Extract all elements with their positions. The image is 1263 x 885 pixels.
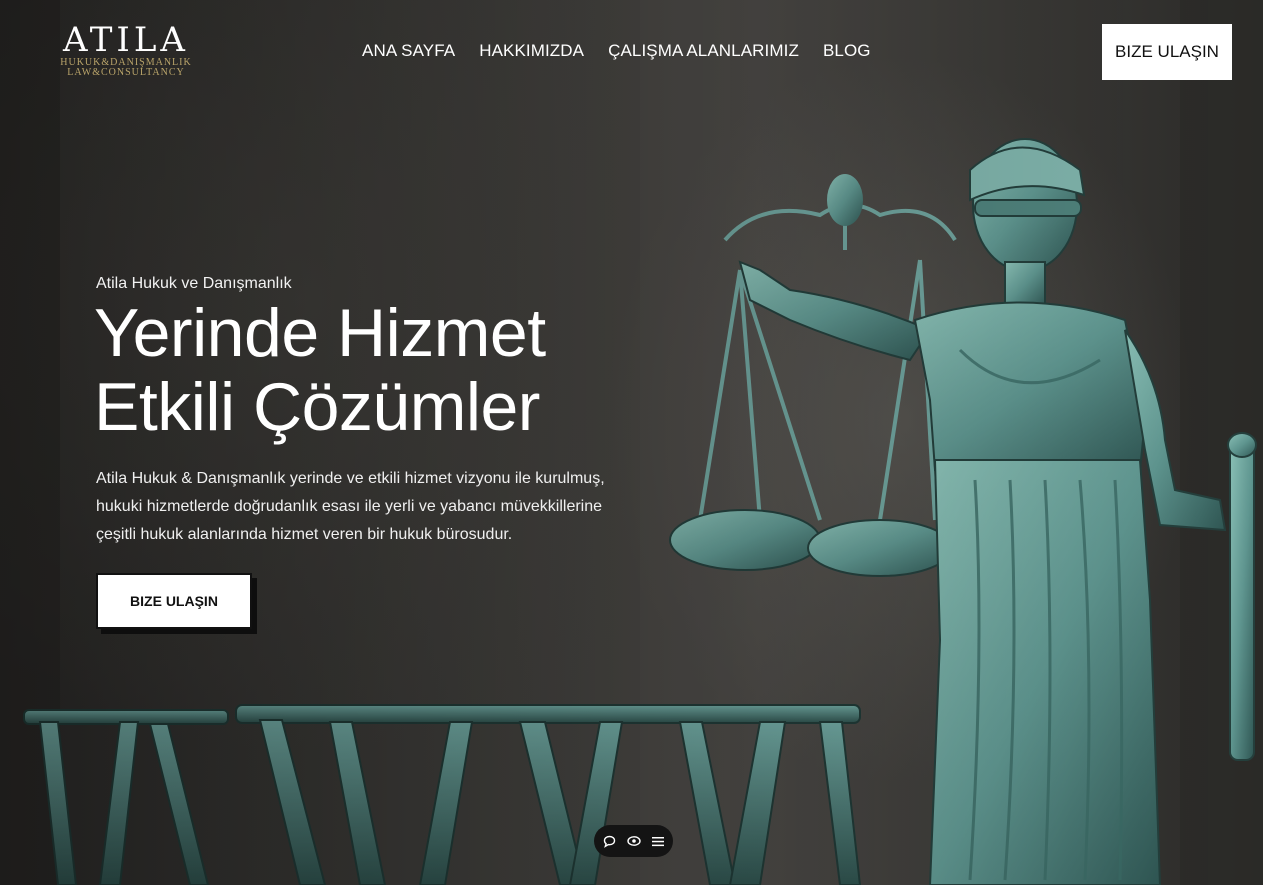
eye-icon[interactable] xyxy=(626,834,641,848)
hero-eyebrow: Atila Hukuk ve Danışmanlık xyxy=(96,275,292,292)
logo-tagline-en: LAW&CONSULTANCY xyxy=(67,67,185,78)
hero-cta-wrapper: BIZE ULAŞIN xyxy=(96,573,257,634)
menu-icon[interactable] xyxy=(651,834,665,848)
header-contact-button[interactable]: BIZE ULAŞIN xyxy=(1102,24,1232,80)
hero-description-line: Atila Hukuk & Danışmanlık yerinde ve etk… xyxy=(96,470,605,487)
hero-description-line: hukuki hizmetlerde doğrudanlık esası ile… xyxy=(96,498,603,515)
nav-item-hakkimizda[interactable]: HAKKIMIZDA xyxy=(479,41,584,61)
floating-toolbar xyxy=(594,825,673,857)
hero-headline-line-1: Yerinde Hizmet xyxy=(94,295,546,371)
hero-description-line: çeşitli hukuk alanlarında hizmet veren b… xyxy=(96,526,513,543)
chat-bubble-icon[interactable] xyxy=(603,834,617,848)
nav-item-calisma-alanlarimiz[interactable]: ÇALIŞMA ALANLARIMIZ xyxy=(608,41,799,61)
nav-item-ana-sayfa[interactable]: ANA SAYFA xyxy=(362,41,455,61)
site-logo[interactable]: ATILA HUKUK&DANIŞMANLIK LAW&CONSULTANCY xyxy=(56,22,196,78)
logo-name: ATILA xyxy=(63,20,189,60)
hero-headline-line-2: Etkili Çözümler xyxy=(94,369,540,445)
nav-item-blog[interactable]: BLOG xyxy=(823,41,871,61)
hero-headline: Yerinde Hizmet Etkili Çözümler xyxy=(94,296,694,444)
hero-contact-button[interactable]: BIZE ULAŞIN xyxy=(96,573,252,629)
hero-description: Atila Hukuk & Danışmanlık yerinde ve etk… xyxy=(96,465,636,549)
main-nav: ANA SAYFA HAKKIMIZDA ÇALIŞMA ALANLARIMIZ… xyxy=(362,41,871,61)
